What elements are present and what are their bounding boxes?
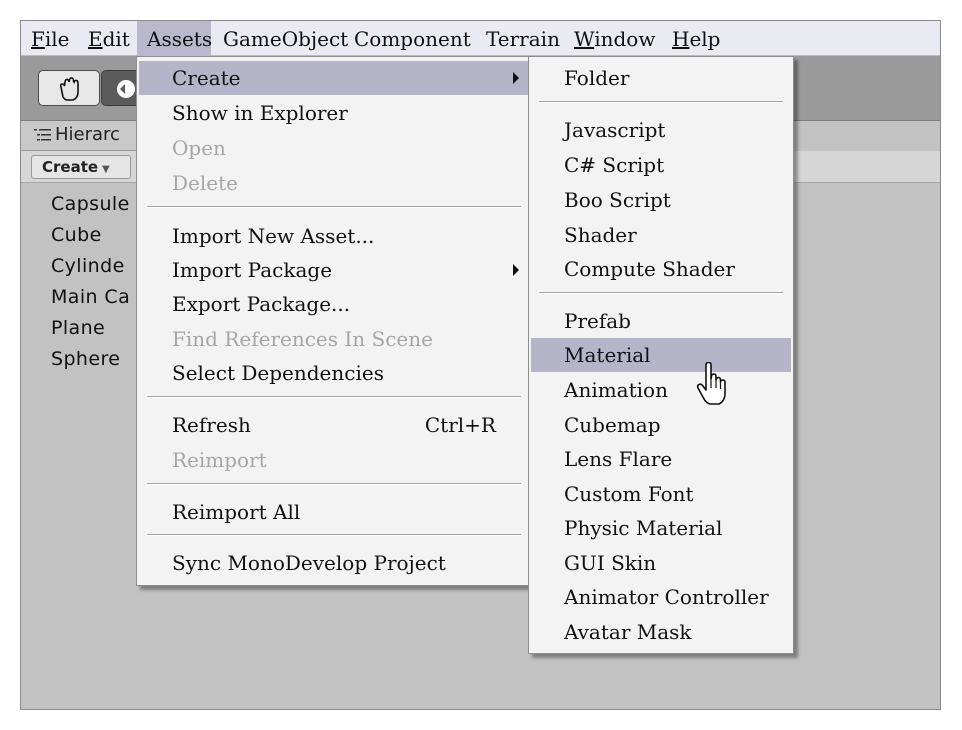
hierarchy-create-button[interactable]: Create ▼ [31, 155, 131, 179]
create-compute-shader[interactable]: Compute Shader [531, 252, 791, 286]
create-animation[interactable]: Animation [531, 373, 791, 407]
hierarchy-item-sphere[interactable]: Sphere [51, 344, 130, 375]
create-material[interactable]: Material [531, 338, 791, 372]
hand-icon [59, 77, 79, 101]
assets-menu-sync-monodevelop[interactable]: Sync MonoDevelop Project [139, 546, 529, 580]
create-cubemap[interactable]: Cubemap [531, 408, 791, 442]
assets-menu: Create Show in Explorer Open Delete Impo… [136, 56, 532, 586]
hierarchy-item-cube[interactable]: Cube [51, 220, 130, 251]
create-boo-script[interactable]: Boo Script [531, 183, 791, 217]
menu-component[interactable]: Component [354, 21, 471, 55]
dropdown-caret-icon: ▼ [102, 164, 110, 175]
hierarchy-tab-label: Hierarc [55, 124, 120, 145]
hand-tool-button[interactable] [38, 70, 100, 106]
menu-file[interactable]: File [31, 21, 70, 55]
hierarchy-item-plane[interactable]: Plane [51, 313, 130, 344]
menu-separator [147, 483, 521, 485]
assets-menu-refresh[interactable]: Refresh Ctrl+R [139, 408, 529, 442]
menu-gameobject[interactable]: GameObject [223, 21, 348, 55]
list-icon [34, 129, 51, 141]
assets-menu-import-new-asset[interactable]: Import New Asset... [139, 219, 529, 253]
menu-terrain[interactable]: Terrain [486, 21, 560, 55]
menu-help[interactable]: Help [672, 21, 721, 55]
create-physic-material[interactable]: Physic Material [531, 511, 791, 545]
create-javascript[interactable]: Javascript [531, 113, 791, 147]
menu-edit[interactable]: Edit [88, 21, 130, 55]
hierarchy-item-cylinder[interactable]: Cylinde [51, 251, 130, 282]
menu-separator [539, 292, 783, 294]
menu-bar: File Edit Assets GameObject Component Te… [21, 21, 940, 56]
refresh-shortcut: Ctrl+R [424, 413, 496, 437]
menu-separator [539, 101, 783, 103]
assets-menu-reimport[interactable]: Reimport [139, 443, 529, 477]
hierarchy-item-capsule[interactable]: Capsule [51, 189, 130, 220]
menu-separator [147, 534, 521, 536]
assets-menu-export-package[interactable]: Export Package... [139, 287, 529, 321]
create-avatar-mask[interactable]: Avatar Mask [531, 615, 791, 649]
assets-menu-import-package[interactable]: Import Package [139, 253, 529, 287]
hierarchy-list: Capsule Cube Cylinde Main Ca Plane Spher… [51, 189, 130, 375]
menu-separator [147, 206, 521, 208]
move-tool-button[interactable] [101, 70, 141, 106]
submenu-arrow-icon [513, 264, 519, 276]
create-submenu: Folder Javascript C# Script Boo Script S… [528, 56, 794, 654]
create-folder[interactable]: Folder [531, 61, 791, 95]
create-custom-font[interactable]: Custom Font [531, 477, 791, 511]
create-animator-controller[interactable]: Animator Controller [531, 580, 791, 614]
assets-menu-open[interactable]: Open [139, 131, 529, 165]
assets-menu-delete[interactable]: Delete [139, 166, 529, 200]
menu-assets[interactable]: Assets [137, 21, 212, 55]
assets-menu-find-references[interactable]: Find References In Scene [139, 322, 529, 356]
assets-menu-reimport-all[interactable]: Reimport All [139, 495, 529, 529]
submenu-arrow-icon [513, 72, 519, 84]
hand-pointer-cursor-icon [696, 362, 726, 405]
assets-menu-show-in-explorer[interactable]: Show in Explorer [139, 96, 529, 130]
create-csharp-script[interactable]: C# Script [531, 148, 791, 182]
create-prefab[interactable]: Prefab [531, 304, 791, 338]
create-gui-skin[interactable]: GUI Skin [531, 546, 791, 580]
create-shader[interactable]: Shader [531, 218, 791, 252]
assets-menu-create[interactable]: Create [139, 61, 529, 95]
create-lens-flare[interactable]: Lens Flare [531, 442, 791, 476]
hierarchy-item-main-camera[interactable]: Main Ca [51, 282, 130, 313]
assets-menu-select-dependencies[interactable]: Select Dependencies [139, 356, 529, 390]
menu-window[interactable]: Window [574, 21, 655, 55]
menu-separator [147, 396, 521, 398]
